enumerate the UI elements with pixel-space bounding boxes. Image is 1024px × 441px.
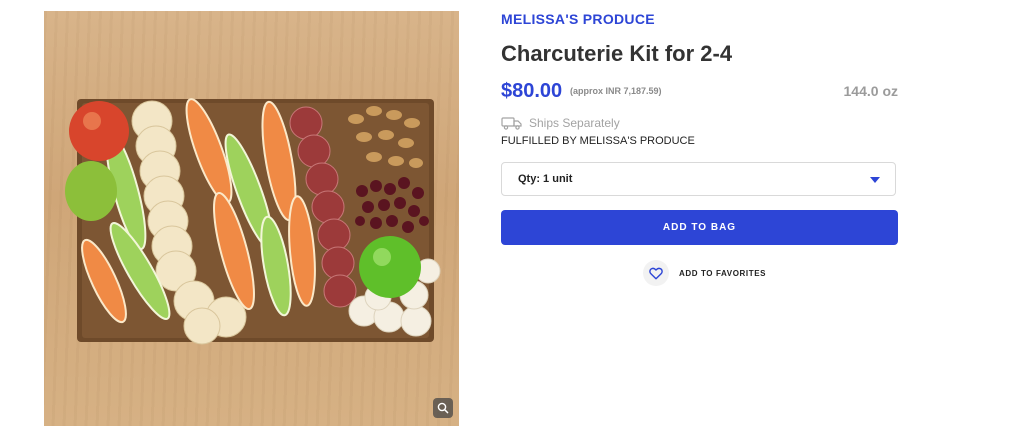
zoom-button[interactable] [433, 398, 453, 418]
quantity-label: Qty: 1 unit [518, 173, 573, 185]
price-approx-inr: (approx INR 7,187.59) [570, 86, 662, 96]
add-to-bag-button[interactable]: ADD TO BAG [501, 210, 898, 245]
add-to-favorites-button[interactable]: ADD TO FAVORITES [643, 260, 766, 286]
product-price: $80.00 [501, 80, 563, 102]
product-image[interactable] [44, 11, 459, 426]
brand-link[interactable]: MELISSA'S PRODUCE [501, 11, 655, 27]
heart-icon-wrap [643, 260, 669, 286]
charcuterie-board-illustration [65, 98, 441, 345]
fulfilled-by: FULFILLED BY MELISSA'S PRODUCE [501, 135, 695, 147]
caret-down-icon [870, 177, 880, 183]
shipping-note-text: Ships Separately [529, 116, 620, 130]
shipping-note: Ships Separately [501, 116, 620, 130]
product-weight: 144.0 oz [843, 83, 898, 99]
magnifier-icon [437, 402, 449, 414]
product-title: Charcuterie Kit for 2-4 [501, 41, 733, 66]
truck-icon [501, 117, 522, 130]
add-to-favorites-label: ADD TO FAVORITES [679, 268, 767, 278]
heart-icon [649, 267, 663, 279]
quantity-select[interactable]: Qty: 1 unit [501, 162, 896, 196]
